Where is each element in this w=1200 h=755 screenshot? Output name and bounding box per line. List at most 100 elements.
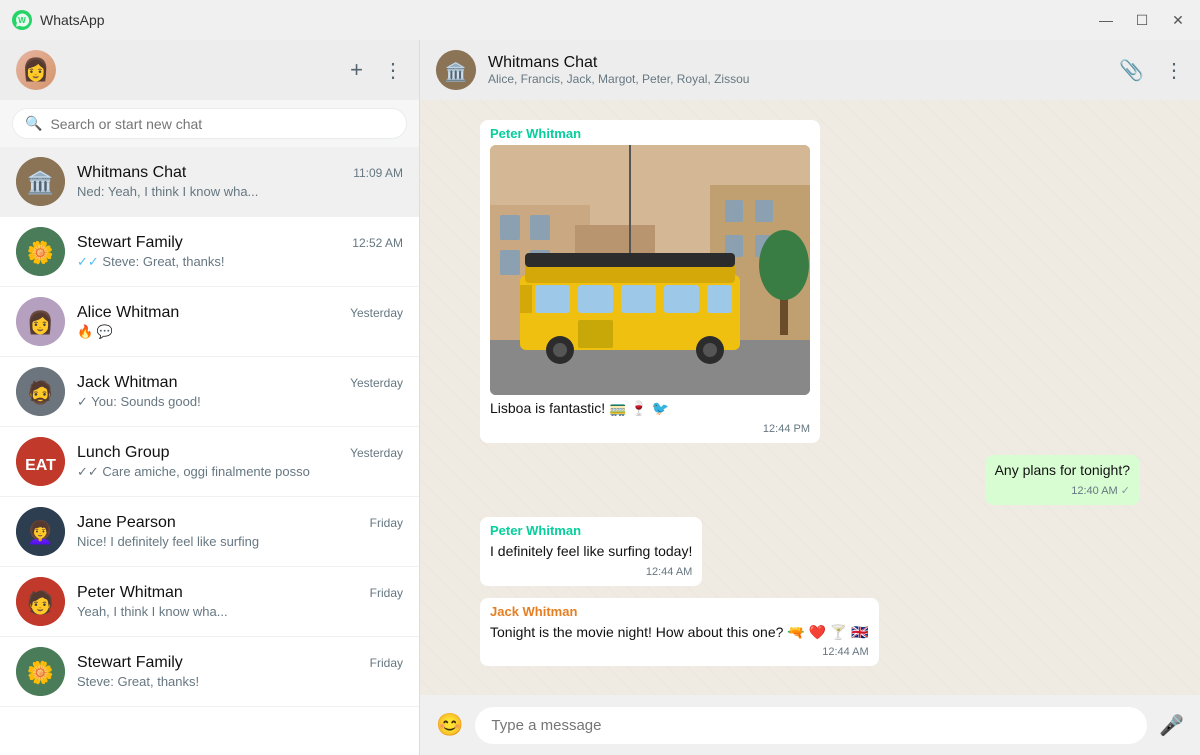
- chat-item-lunch-group[interactable]: EAT Lunch Group Yesterday ✓✓ Care amiche…: [0, 427, 419, 497]
- chat-header-name: Whitmans Chat: [488, 54, 1107, 72]
- chat-preview-peter: Yeah, I think I know wha...: [77, 604, 403, 619]
- avatar-alice-whitman: 👩: [16, 297, 65, 346]
- chat-info-stewart: Stewart Family 12:52 AM ✓✓ Steve: Great,…: [77, 234, 403, 270]
- chat-time-jack: Yesterday: [350, 376, 403, 390]
- chat-info-alice: Alice Whitman Yesterday 🔥 💬: [77, 304, 403, 340]
- chat-header: 🏛️ Whitmans Chat Alice, Francis, Jack, M…: [420, 40, 1200, 100]
- msg-meta-2: 12:40 AM ✓: [995, 484, 1130, 497]
- message-jack-movie: Jack Whitman Tonight is the movie night!…: [480, 598, 879, 667]
- chat-item-peter-whitman[interactable]: 🧑 Peter Whitman Friday Yeah, I think I k…: [0, 567, 419, 637]
- chat-item-jack-whitman[interactable]: 🧔 Jack Whitman Yesterday ✓ You: Sounds g…: [0, 357, 419, 427]
- msg-text-movie: Tonight is the movie night! How about th…: [490, 623, 869, 643]
- window-controls: — ☐ ✕: [1096, 12, 1188, 29]
- avatar-peter-whitman: 🧑: [16, 577, 65, 626]
- svg-text:🏛️: 🏛️: [27, 170, 54, 195]
- chat-info-stewart2: Stewart Family Friday Steve: Great, than…: [77, 654, 403, 689]
- titlebar-left: W WhatsApp: [12, 10, 105, 30]
- avatar-jane-pearson: 👩‍🦱: [16, 507, 65, 556]
- chat-item-stewart-family[interactable]: 🌼 Stewart Family 12:52 AM ✓✓ Steve: Grea…: [0, 217, 419, 287]
- chat-info-jane: Jane Pearson Friday Nice! I definitely f…: [77, 514, 403, 549]
- chat-header-members: Alice, Francis, Jack, Margot, Peter, Roy…: [488, 72, 1107, 86]
- avatar-stewart-family: 🌼: [16, 227, 65, 276]
- chat-panel: 🏛️ Whitmans Chat Alice, Francis, Jack, M…: [420, 40, 1200, 755]
- chat-top-alice: Alice Whitman Yesterday: [77, 304, 403, 322]
- svg-text:🧔: 🧔: [27, 379, 54, 405]
- double-tick-blue: ✓✓: [77, 254, 99, 269]
- chat-preview-stewart: ✓✓ Steve: Great, thanks!: [77, 254, 403, 270]
- chat-preview-jack: ✓ You: Sounds good!: [77, 394, 403, 410]
- msg-sender-jack: Jack Whitman: [490, 604, 869, 619]
- chat-header-icons: 📎 ⋮: [1119, 58, 1184, 83]
- chat-top-lunch: Lunch Group Yesterday: [77, 444, 403, 462]
- chat-info-jack: Jack Whitman Yesterday ✓ You: Sounds goo…: [77, 374, 403, 410]
- messages-area: Peter Whitman: [420, 100, 1200, 695]
- chat-top-jack: Jack Whitman Yesterday: [77, 374, 403, 392]
- avatar-jack-whitman: 🧔: [16, 367, 65, 416]
- chat-item-jane-pearson[interactable]: 👩‍🦱 Jane Pearson Friday Nice! I definite…: [0, 497, 419, 567]
- close-button[interactable]: ✕: [1168, 12, 1188, 29]
- message-peter-surfing: Peter Whitman I definitely feel like sur…: [480, 517, 702, 586]
- new-chat-icon[interactable]: +: [350, 57, 363, 83]
- chat-time-peter: Friday: [370, 586, 403, 600]
- app-title: WhatsApp: [40, 12, 105, 28]
- chat-time-whitmans: 11:09 AM: [353, 166, 403, 180]
- chat-time-stewart: 12:52 AM: [352, 236, 403, 250]
- chat-input-area: 😊 🎤: [420, 695, 1200, 755]
- message-plans: Any plans for tonight? 12:40 AM ✓: [985, 455, 1140, 506]
- msg-text-surfing: I definitely feel like surfing today!: [490, 542, 692, 562]
- chat-name-stewart2: Stewart Family: [77, 654, 183, 672]
- chat-top-jane: Jane Pearson Friday: [77, 514, 403, 532]
- msg-meta-3: 12:44 AM: [490, 566, 692, 578]
- msg-sender-peter: Peter Whitman: [490, 126, 810, 141]
- chat-header-info: Whitmans Chat Alice, Francis, Jack, Marg…: [488, 54, 1107, 86]
- chat-name-peter: Peter Whitman: [77, 584, 183, 602]
- chat-name-jane: Jane Pearson: [77, 514, 176, 532]
- msg-tick-single: ✓: [1121, 485, 1130, 497]
- search-icon: 🔍: [25, 115, 42, 132]
- chat-preview-whitmans: Ned: Yeah, I think I know wha...: [77, 184, 403, 199]
- chat-name-whitmans: Whitmans Chat: [77, 164, 186, 182]
- svg-text:W: W: [18, 16, 26, 25]
- chat-top-stewart: Stewart Family 12:52 AM: [77, 234, 403, 252]
- chat-preview-stewart2: Steve: Great, thanks!: [77, 674, 403, 689]
- message-input[interactable]: [475, 707, 1147, 744]
- svg-text:👩: 👩: [27, 310, 54, 335]
- double-tick-gray-lunch: ✓✓: [77, 464, 99, 479]
- chat-time-alice: Yesterday: [350, 306, 403, 320]
- chat-time-stewart2: Friday: [370, 656, 403, 670]
- chat-info-whitmans: Whitmans Chat 11:09 AM Ned: Yeah, I thin…: [77, 164, 403, 199]
- single-tick-gray: ✓: [77, 394, 88, 409]
- chat-item-whitmans-chat[interactable]: 🏛️ Whitmans Chat 11:09 AM Ned: Yeah, I t…: [0, 147, 419, 217]
- menu-icon[interactable]: ⋮: [383, 58, 403, 83]
- chat-preview-lunch: ✓✓ Care amiche, oggi finalmente posso: [77, 464, 403, 480]
- search-bar: 🔍: [0, 100, 419, 147]
- mic-button[interactable]: 🎤: [1159, 713, 1184, 738]
- chat-top-stewart2: Stewart Family Friday: [77, 654, 403, 672]
- emoji-button[interactable]: 😊: [436, 712, 463, 738]
- chat-preview-alice: 🔥 💬: [77, 324, 403, 340]
- chat-list: 🏛️ Whitmans Chat 11:09 AM Ned: Yeah, I t…: [0, 147, 419, 755]
- user-avatar[interactable]: 👩: [16, 50, 56, 90]
- chat-name-alice: Alice Whitman: [77, 304, 179, 322]
- chat-time-lunch: Yesterday: [350, 446, 403, 460]
- chat-name-lunch: Lunch Group: [77, 444, 170, 462]
- chat-item-stewart-family-2[interactable]: 🌼 Stewart Family Friday Steve: Great, th…: [0, 637, 419, 707]
- chat-top-peter: Peter Whitman Friday: [77, 584, 403, 602]
- minimize-button[interactable]: —: [1096, 12, 1116, 29]
- whatsapp-logo-icon: W: [12, 10, 32, 30]
- search-container: 🔍: [12, 108, 407, 139]
- msg-meta-1: 12:44 PM: [490, 423, 810, 435]
- maximize-button[interactable]: ☐: [1132, 12, 1152, 29]
- chat-info-lunch: Lunch Group Yesterday ✓✓ Care amiche, og…: [77, 444, 403, 480]
- search-input[interactable]: [50, 116, 394, 132]
- svg-text:🌼: 🌼: [27, 240, 54, 265]
- sidebar-icons: + ⋮: [350, 57, 403, 83]
- attachment-icon[interactable]: 📎: [1119, 58, 1144, 83]
- chat-name-stewart: Stewart Family: [77, 234, 183, 252]
- msg-image-tram: [490, 145, 810, 395]
- chat-item-alice-whitman[interactable]: 👩 Alice Whitman Yesterday 🔥 💬: [0, 287, 419, 357]
- chat-name-jack: Jack Whitman: [77, 374, 177, 392]
- svg-text:🏛️: 🏛️: [445, 61, 467, 82]
- svg-text:👩‍🦱: 👩‍🦱: [27, 519, 54, 545]
- chat-menu-icon[interactable]: ⋮: [1164, 58, 1184, 83]
